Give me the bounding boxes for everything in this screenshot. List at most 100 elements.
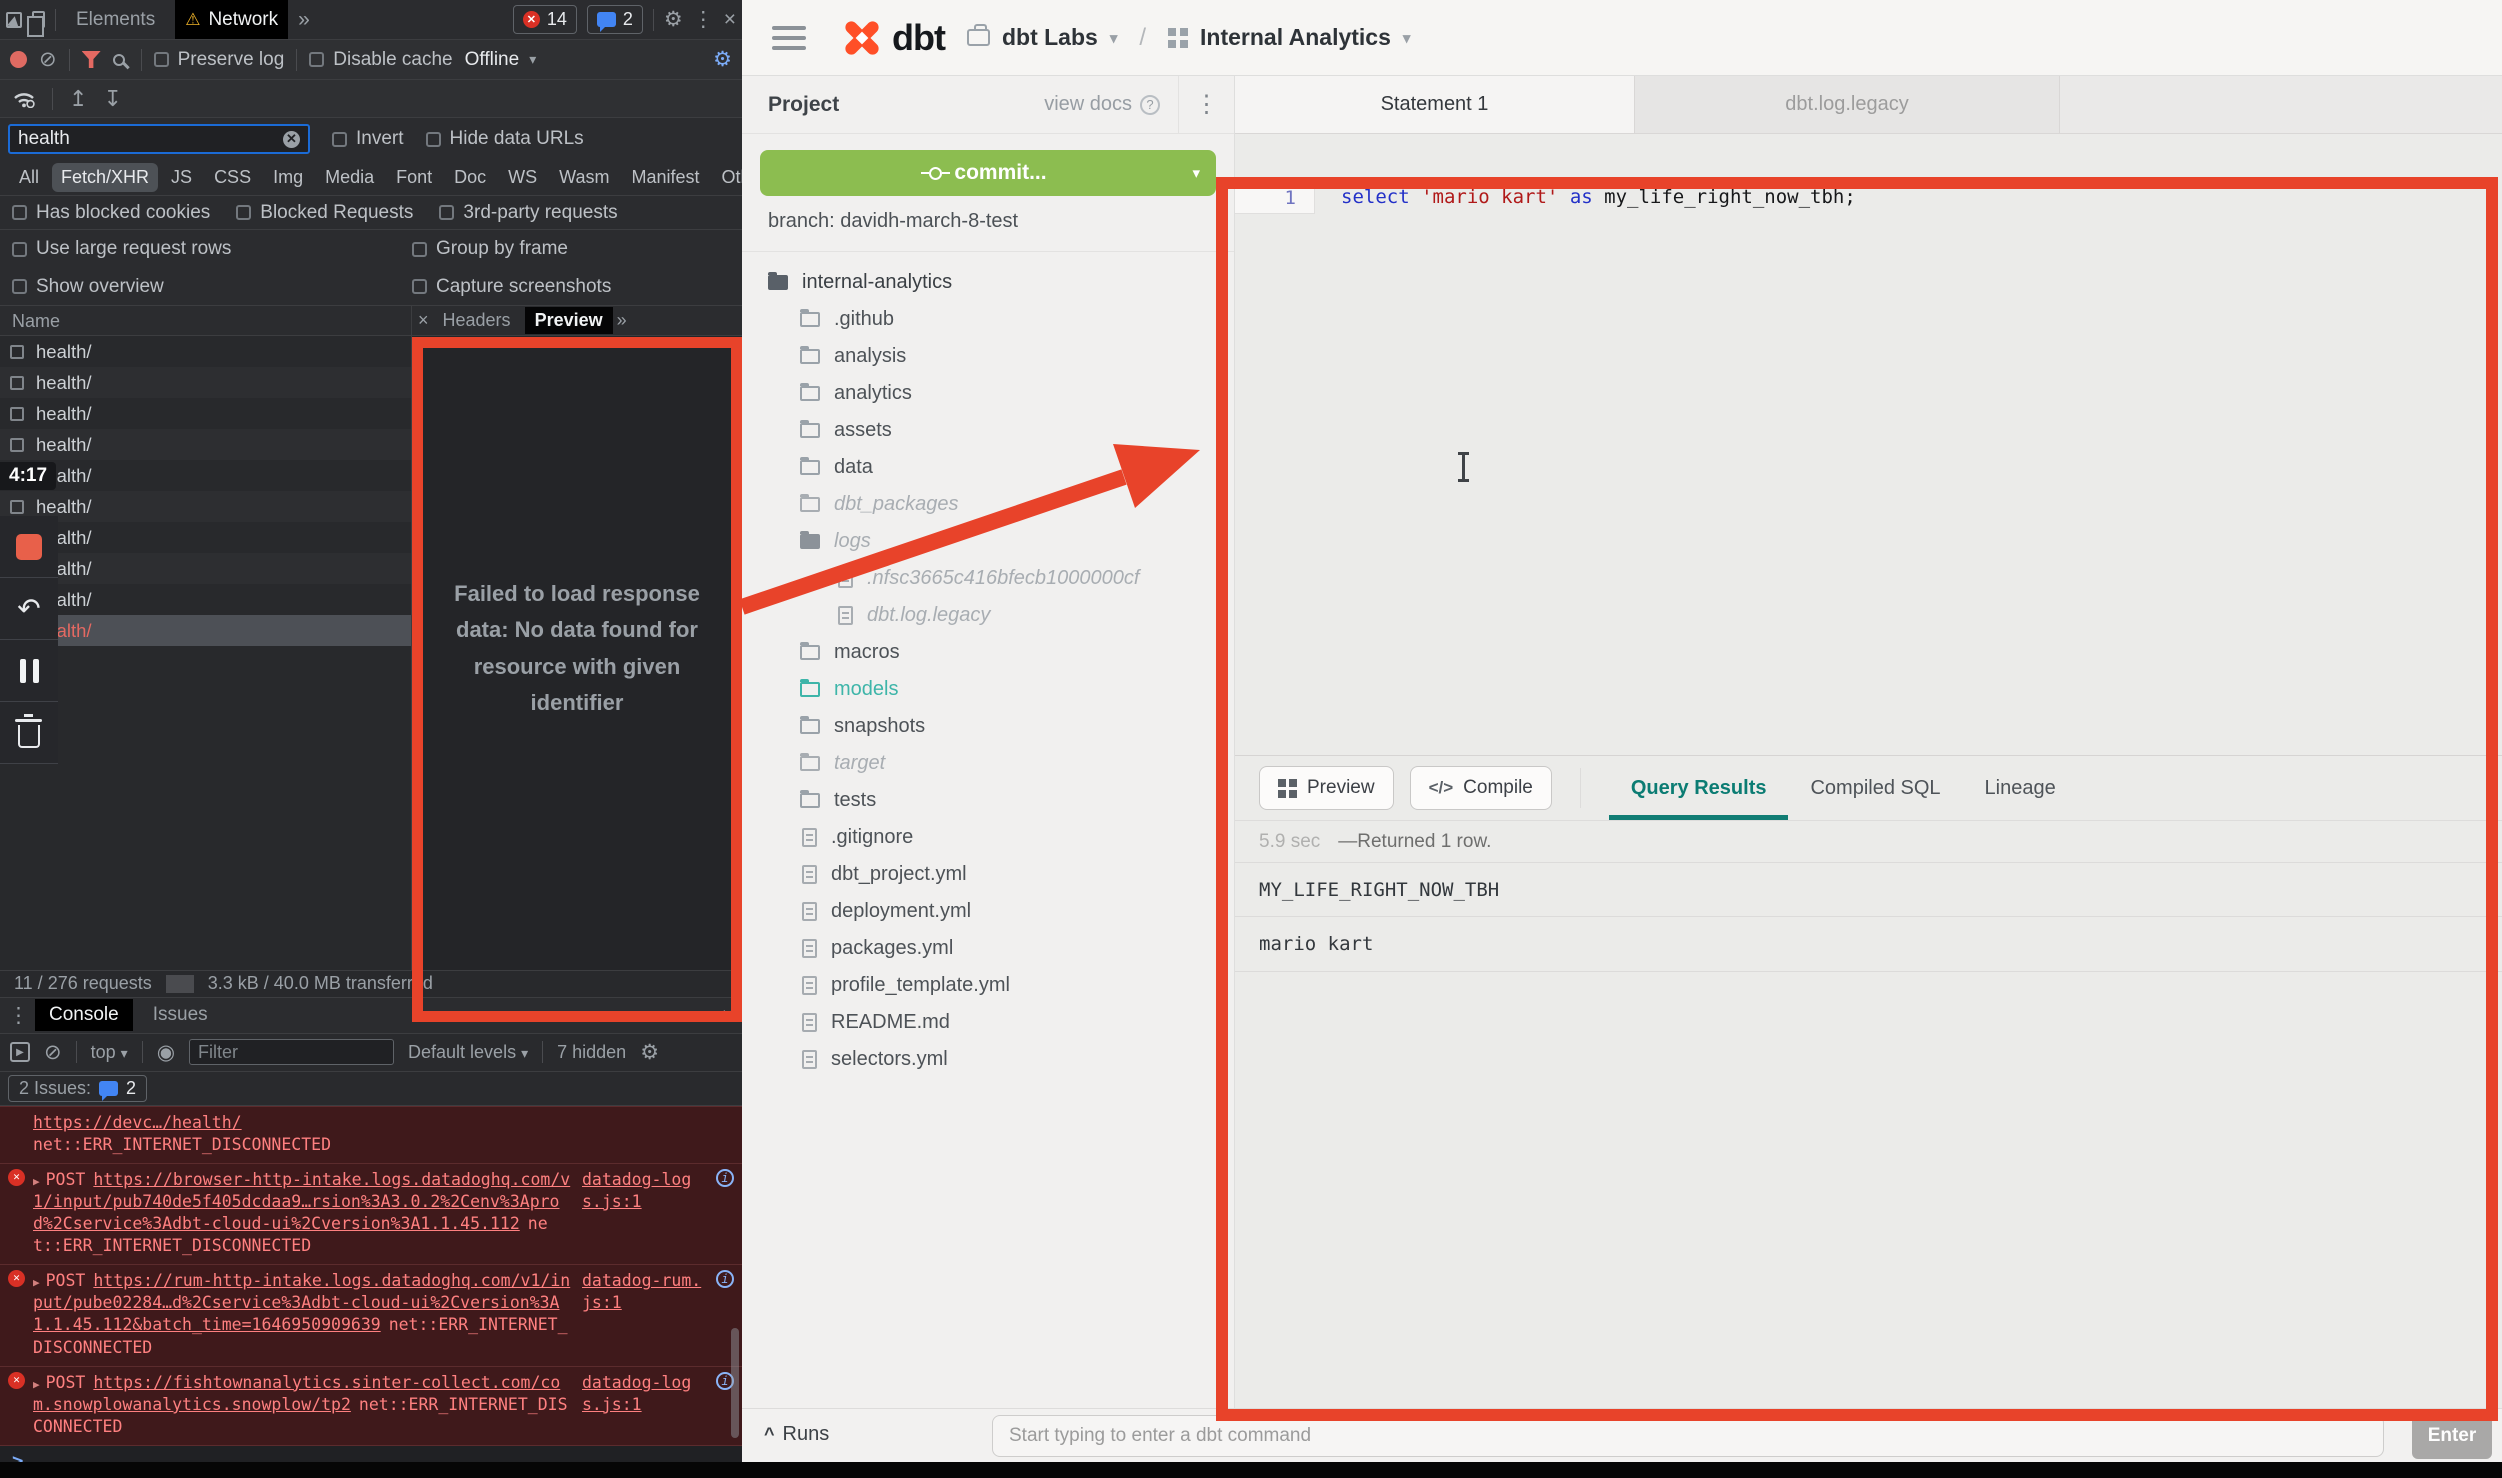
source-link[interactable]: datadog-logs.js:1	[582, 1372, 710, 1416]
source-link[interactable]: datadog-rum.js:1	[582, 1270, 710, 1314]
capture-screenshots-checkbox[interactable]: Capture screenshots	[412, 276, 611, 298]
more-detail-tabs-icon[interactable]: »	[617, 310, 627, 331]
request-row[interactable]: health/	[0, 460, 411, 491]
third-party-requests-checkbox[interactable]: 3rd-party requests	[439, 202, 617, 224]
request-row[interactable]: health/	[0, 522, 411, 553]
settings-gear-icon[interactable]: ⚙	[664, 9, 683, 30]
clear-filter-icon[interactable]: ✕	[283, 131, 300, 148]
show-overview-checkbox[interactable]: Show overview	[12, 276, 412, 298]
console-scrollbar[interactable]	[731, 1328, 739, 1438]
tree-file-deployment-yml[interactable]: deployment.yml	[742, 893, 1234, 930]
tab-lineage[interactable]: Lineage	[1963, 756, 2078, 820]
tree-folder-target[interactable]: target	[742, 745, 1234, 782]
chip-fetch-xhr[interactable]: Fetch/XHR	[52, 163, 158, 192]
tree-folder-data[interactable]: data	[742, 449, 1234, 486]
error-count-badge[interactable]: ✕ 14	[513, 5, 577, 34]
hamburger-menu-icon[interactable]	[772, 26, 806, 50]
tree-file-readme-md[interactable]: README.md	[742, 1004, 1234, 1041]
large-request-rows-checkbox[interactable]: Use large request rows	[12, 238, 412, 260]
tree-file-dbt-project-yml[interactable]: dbt_project.yml	[742, 856, 1234, 893]
request-row[interactable]: health/	[0, 398, 411, 429]
console-filter-input[interactable]	[189, 1039, 394, 1065]
chip-font[interactable]: Font	[387, 163, 441, 192]
tab-headers[interactable]: Headers	[433, 307, 521, 334]
chip-css[interactable]: CSS	[205, 163, 260, 192]
preserve-log-checkbox[interactable]: Preserve log	[154, 49, 285, 71]
pause-recording-button[interactable]	[0, 640, 58, 702]
sql-editor[interactable]: 1 select 'mario kart' as my_life_right_n…	[1235, 134, 2502, 755]
filter-funnel-icon[interactable]	[82, 51, 101, 68]
error-url-link[interactable]: https://devc…/health/	[33, 1113, 242, 1132]
tree-folder-analysis[interactable]: analysis	[742, 338, 1234, 375]
device-toolbar-icon[interactable]	[32, 11, 45, 28]
tree-folder-internal-analytics[interactable]: internal-analytics	[742, 264, 1234, 301]
tree-folder-dbt-packages[interactable]: dbt_packages	[742, 486, 1234, 523]
tree-folder-tests[interactable]: tests	[742, 782, 1234, 819]
tab-compiled-sql[interactable]: Compiled SQL	[1788, 756, 1962, 820]
close-detail-icon[interactable]: ×	[418, 310, 429, 331]
runs-toggle[interactable]: ^ Runs	[764, 1423, 829, 1446]
console-settings-gear-icon[interactable]: ⚙	[640, 1042, 659, 1063]
tree-folder-github[interactable]: .github	[742, 301, 1234, 338]
has-blocked-cookies-checkbox[interactable]: Has blocked cookies	[12, 202, 210, 224]
chip-media[interactable]: Media	[316, 163, 383, 192]
commit-dropdown-icon[interactable]: ▾	[1192, 164, 1200, 182]
context-select[interactable]: top ▾	[91, 1042, 128, 1063]
sidebar-kebab-icon[interactable]: ⋮	[1178, 76, 1234, 133]
issue-count-badge[interactable]: 2	[587, 5, 643, 34]
search-icon[interactable]	[113, 54, 125, 66]
preview-button[interactable]: Preview	[1259, 766, 1394, 810]
request-row[interactable]: health/	[0, 336, 411, 367]
request-row[interactable]: health/	[0, 429, 411, 460]
project-switcher[interactable]: Internal Analytics ▾	[1168, 24, 1410, 51]
chip-js[interactable]: JS	[162, 163, 201, 192]
request-row[interactable]: health/	[0, 553, 411, 584]
console-sidebar-toggle-icon[interactable]: ▶	[10, 1042, 30, 1062]
name-column-header[interactable]: Name	[0, 306, 411, 336]
tree-folder-snapshots[interactable]: snapshots	[742, 708, 1234, 745]
chip-manifest[interactable]: Manifest	[623, 163, 709, 192]
tree-folder-models[interactable]: models	[742, 671, 1234, 708]
stop-recording-button[interactable]	[0, 516, 58, 578]
chip-img[interactable]: Img	[264, 163, 312, 192]
log-levels-select[interactable]: Default levels ▾	[408, 1042, 528, 1063]
close-icon[interactable]: ×	[724, 9, 736, 30]
tab-dbt-log-legacy[interactable]: dbt.log.legacy	[1635, 76, 2060, 133]
tab-query-results[interactable]: Query Results	[1609, 756, 1789, 820]
delete-recording-button[interactable]	[0, 702, 58, 764]
invert-checkbox[interactable]: Invert	[332, 128, 404, 150]
tree-folder-logs[interactable]: logs	[742, 523, 1234, 560]
tree-file-profile-template-yml[interactable]: profile_template.yml	[742, 967, 1234, 1004]
group-by-frame-checkbox[interactable]: Group by frame	[412, 238, 568, 260]
clear-console-icon[interactable]: ⊘	[44, 1042, 62, 1063]
compile-button[interactable]: </>Compile	[1410, 766, 1552, 810]
chip-all[interactable]: All	[10, 163, 48, 192]
request-row-selected[interactable]: health/	[0, 615, 411, 646]
network-filter-input[interactable]	[18, 128, 283, 150]
tab-issues[interactable]: Issues	[139, 999, 222, 1031]
chip-ws[interactable]: WS	[499, 163, 546, 192]
chip-wasm[interactable]: Wasm	[550, 163, 618, 192]
hide-data-urls-checkbox[interactable]: Hide data URLs	[426, 128, 584, 150]
more-tabs-icon[interactable]: »	[298, 9, 310, 30]
network-settings-gear-icon[interactable]: ⚙	[713, 49, 732, 70]
expand-icon[interactable]: ▶	[33, 1378, 40, 1391]
info-icon[interactable]: i	[716, 1169, 734, 1187]
request-row[interactable]: health/	[0, 584, 411, 615]
issues-counter[interactable]: 2 Issues: 2	[8, 1075, 147, 1102]
expand-icon[interactable]: ▶	[33, 1175, 40, 1188]
tree-folder-macros[interactable]: macros	[742, 634, 1234, 671]
blocked-requests-checkbox[interactable]: Blocked Requests	[236, 202, 413, 224]
record-icon[interactable]	[10, 51, 27, 68]
close-console-icon[interactable]: ×	[722, 1005, 734, 1026]
tree-folder-assets[interactable]: assets	[742, 412, 1234, 449]
import-har-icon[interactable]: ↥	[69, 88, 87, 110]
commit-button[interactable]: commit... ▾	[760, 150, 1216, 196]
error-url-link[interactable]: https://browser-http-intake.logs.datadog…	[33, 1170, 570, 1233]
tab-console[interactable]: Console	[35, 999, 133, 1031]
tree-file-nfs[interactable]: .nfsc3665c416bfecb1000000cf	[742, 560, 1234, 597]
kebab-menu-icon[interactable]: ⋮	[693, 9, 714, 30]
tree-folder-analytics[interactable]: analytics	[742, 375, 1234, 412]
request-row[interactable]: health/	[0, 367, 411, 398]
enter-button[interactable]: Enter	[2412, 1413, 2492, 1459]
